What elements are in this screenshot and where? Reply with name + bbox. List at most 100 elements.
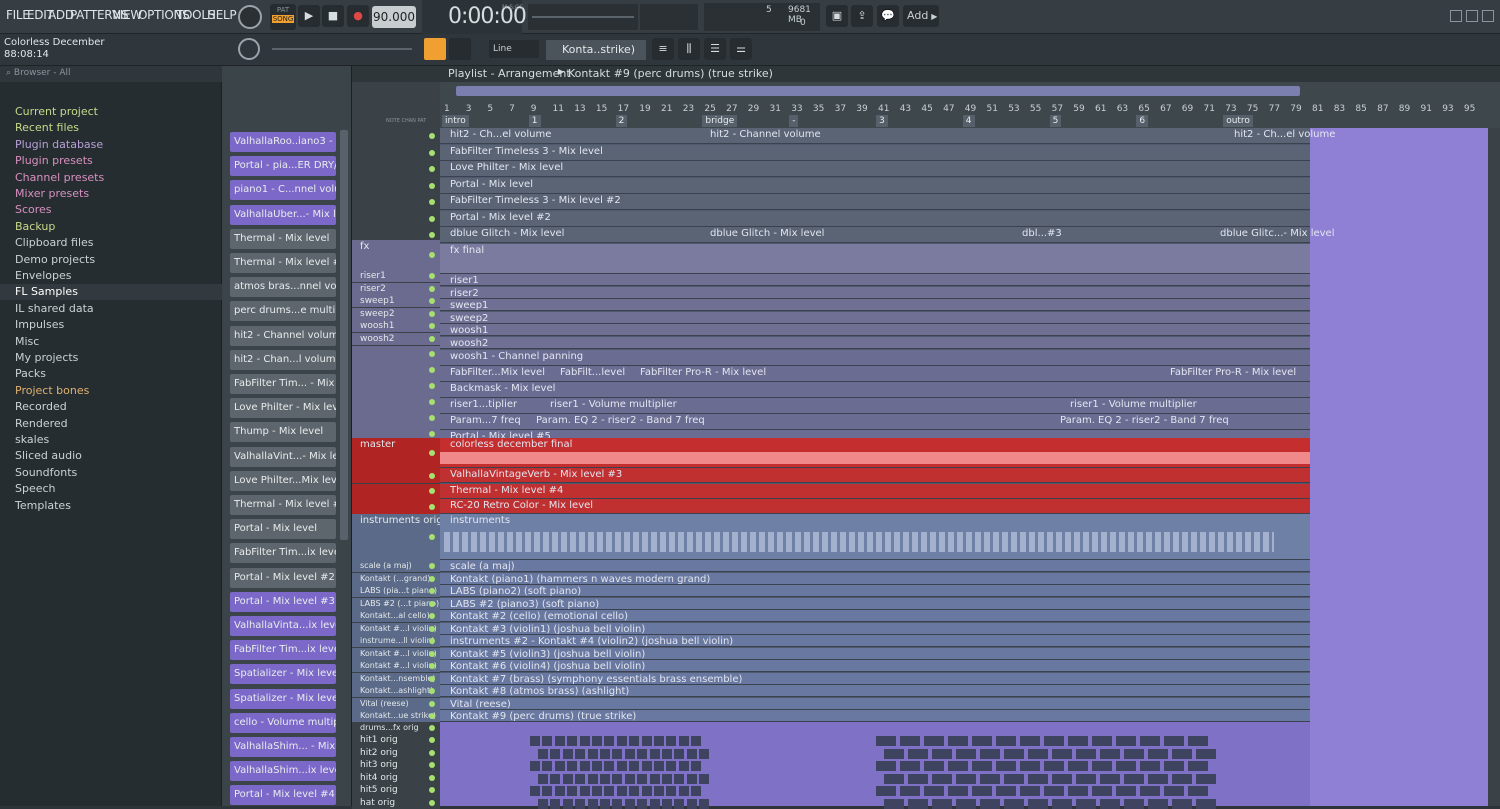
drum-clip[interactable] (538, 773, 548, 784)
pattern-clip[interactable]: Portal - Mix level #2 (230, 567, 336, 588)
drum-clip[interactable] (1164, 786, 1184, 796)
pattern-lane[interactable]: Kontakt #5 (violin3) (joshua bell violin… (440, 647, 1310, 660)
marker[interactable]: 5 (1049, 115, 1062, 127)
drum-clip[interactable] (649, 748, 660, 759)
drum-clip[interactable] (1188, 786, 1208, 796)
drum-clip[interactable] (876, 736, 896, 746)
drum-clip[interactable] (604, 736, 615, 746)
browser-item[interactable]: Sliced audio (15, 448, 82, 464)
drum-clip[interactable] (900, 761, 920, 771)
drum-clip[interactable] (699, 798, 710, 809)
browser-item[interactable]: Demo projects (15, 252, 95, 268)
channel-rack-button[interactable]: ≡ (652, 38, 674, 60)
pattern-clip[interactable]: Spatializer - Mix level (230, 664, 336, 685)
track-header[interactable]: drums...fx orig (352, 722, 440, 734)
audio-lane[interactable]: sweep1 (440, 299, 1310, 312)
drum-clip[interactable] (662, 748, 672, 759)
pattern-clip[interactable]: Portal - Mix level (230, 519, 336, 540)
track-mute-led[interactable] (429, 503, 435, 510)
drum-clip[interactable] (562, 798, 573, 809)
pattern-lane[interactable]: Kontakt (piano1) (hammers n waves modern… (440, 572, 1310, 585)
pattern-clip[interactable]: Thump - Mix level (230, 422, 336, 443)
drum-clip[interactable] (1092, 786, 1112, 796)
track-mute-led[interactable] (429, 166, 435, 172)
picker-scrollbar[interactable] (340, 130, 348, 540)
pattern-clip[interactable]: ValhallaRoo..iano3 - mix (230, 132, 336, 152)
drum-clip[interactable] (662, 773, 672, 784)
track-mute-led[interactable] (429, 252, 435, 258)
drum-clip[interactable] (1148, 798, 1168, 809)
drum-clip[interactable] (1068, 761, 1088, 771)
track-mute-led[interactable] (429, 431, 435, 437)
audio-lane[interactable]: sweep2 (440, 311, 1310, 324)
drum-clip[interactable] (612, 798, 623, 809)
track-mute-led[interactable] (429, 688, 435, 694)
track-header[interactable]: sweep1 (352, 295, 440, 308)
drum-clip[interactable] (884, 773, 904, 784)
track-mute-led[interactable] (429, 149, 435, 156)
pattern-clip[interactable]: Thermal - Mix level #3 (230, 495, 336, 515)
track-header[interactable]: fx (352, 240, 440, 270)
marker[interactable]: 3 (876, 115, 888, 127)
track-mute-led[interactable] (429, 713, 435, 719)
pattern-lane[interactable]: LABS #2 (piano3) (soft piano) (440, 597, 1310, 610)
automation-lane[interactable]: hit2 - Ch...el volume hit2 - Channel volu… (440, 128, 1335, 144)
drum-clip[interactable] (666, 736, 677, 746)
automation-lane[interactable]: Param...7 freq Param. EQ 2 - riser2 - Ban… (440, 414, 1310, 430)
marker[interactable]: 2 (615, 115, 628, 127)
drum-clip[interactable] (691, 786, 702, 796)
drum-clip[interactable] (1172, 773, 1192, 784)
track-header[interactable]: Kontakt #...l violin) (352, 647, 440, 660)
record-button[interactable]: ● (347, 5, 369, 27)
drum-clip[interactable] (624, 773, 635, 784)
marker[interactable]: intro (442, 115, 469, 127)
track-header[interactable] (352, 194, 440, 210)
drum-clip[interactable] (654, 761, 664, 771)
pattern-lane[interactable]: Kontakt #8 (atmos brass) (ashlight) (440, 685, 1310, 697)
track-mute-led[interactable] (429, 650, 435, 657)
automation-lane[interactable]: Love Philter - Mix level (440, 161, 1310, 177)
drum-clip[interactable] (1172, 748, 1192, 759)
track-mute-led[interactable] (429, 215, 435, 222)
drum-clip[interactable] (1172, 798, 1192, 809)
track-mute-led[interactable] (429, 285, 435, 292)
pattern-clip[interactable]: Spatializer - Mix level #2 (230, 688, 336, 709)
drum-clip[interactable] (542, 761, 553, 771)
pattern-lane[interactable]: instruments (440, 514, 1310, 560)
master-pitch-slider[interactable] (272, 48, 412, 50)
drum-clip[interactable] (530, 786, 540, 796)
drum-clip[interactable] (550, 773, 561, 784)
drum-clip[interactable] (699, 773, 710, 784)
drum-clip[interactable] (908, 798, 928, 809)
drum-clip[interactable] (637, 798, 648, 809)
drum-clip[interactable] (876, 786, 896, 796)
drum-clip[interactable] (542, 736, 553, 746)
drum-clip[interactable] (674, 773, 685, 784)
drum-clip[interactable] (1116, 736, 1136, 746)
drum-clip[interactable] (980, 773, 1000, 784)
track-mute-led[interactable] (429, 700, 435, 707)
automation-lane[interactable]: Portal - Mix level (440, 177, 1310, 194)
drum-clip[interactable] (1020, 761, 1040, 771)
automation-lane[interactable]: Thermal - Mix level #4 (440, 483, 1310, 499)
pattern-lane[interactable]: Kontakt #9 (perc drums) (true strike) (440, 710, 1310, 722)
track-mute-led[interactable] (429, 737, 435, 743)
channel-selector[interactable]: Konta..strike) (546, 40, 646, 60)
pattern-clip[interactable]: FabFilter Tim... - Mix level (230, 374, 336, 394)
track-mute-led[interactable] (429, 298, 435, 305)
horizontal-scrollbar[interactable] (456, 86, 1300, 96)
track-mute-led[interactable] (429, 199, 435, 205)
drum-clip[interactable] (980, 798, 1000, 809)
browser-item[interactable]: Recent files (15, 120, 79, 136)
drum-clip[interactable] (884, 798, 904, 809)
drum-clip[interactable] (592, 786, 602, 796)
vertical-scrollbar[interactable] (1488, 128, 1500, 806)
pattern-lane[interactable]: LABS (piano2) (soft piano) (440, 585, 1310, 597)
drum-clip[interactable] (575, 748, 586, 759)
drum-clip[interactable] (542, 786, 553, 796)
pattern-lane[interactable]: instruments #2 - Kontakt #4 (violin2) (j… (440, 635, 1310, 647)
track-mute-led[interactable] (429, 588, 435, 594)
automation-lane[interactable]: Portal - Mix level #2 (440, 210, 1310, 227)
drum-clip[interactable] (1092, 736, 1112, 746)
track-header[interactable]: Kontakt...nsemble) (352, 672, 440, 685)
